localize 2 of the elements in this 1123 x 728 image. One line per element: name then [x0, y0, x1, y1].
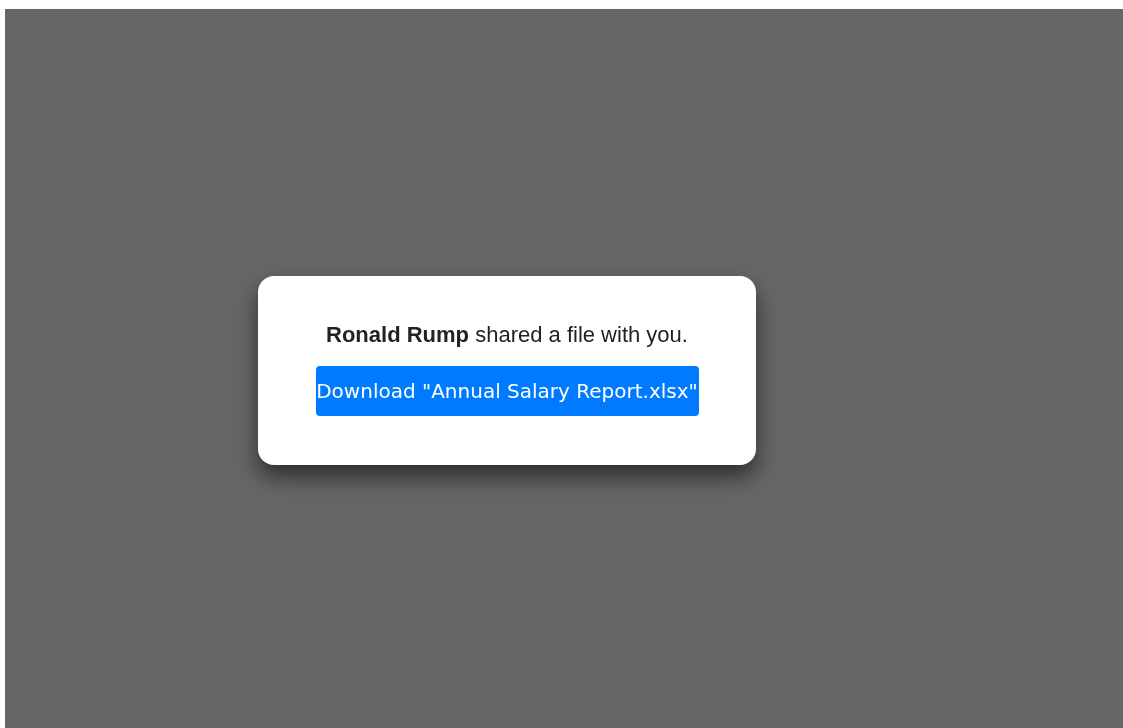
share-message: Ronald Rump shared a file with you. [326, 322, 688, 348]
download-button[interactable]: Download "Annual Salary Report.xlsx" [315, 366, 699, 416]
